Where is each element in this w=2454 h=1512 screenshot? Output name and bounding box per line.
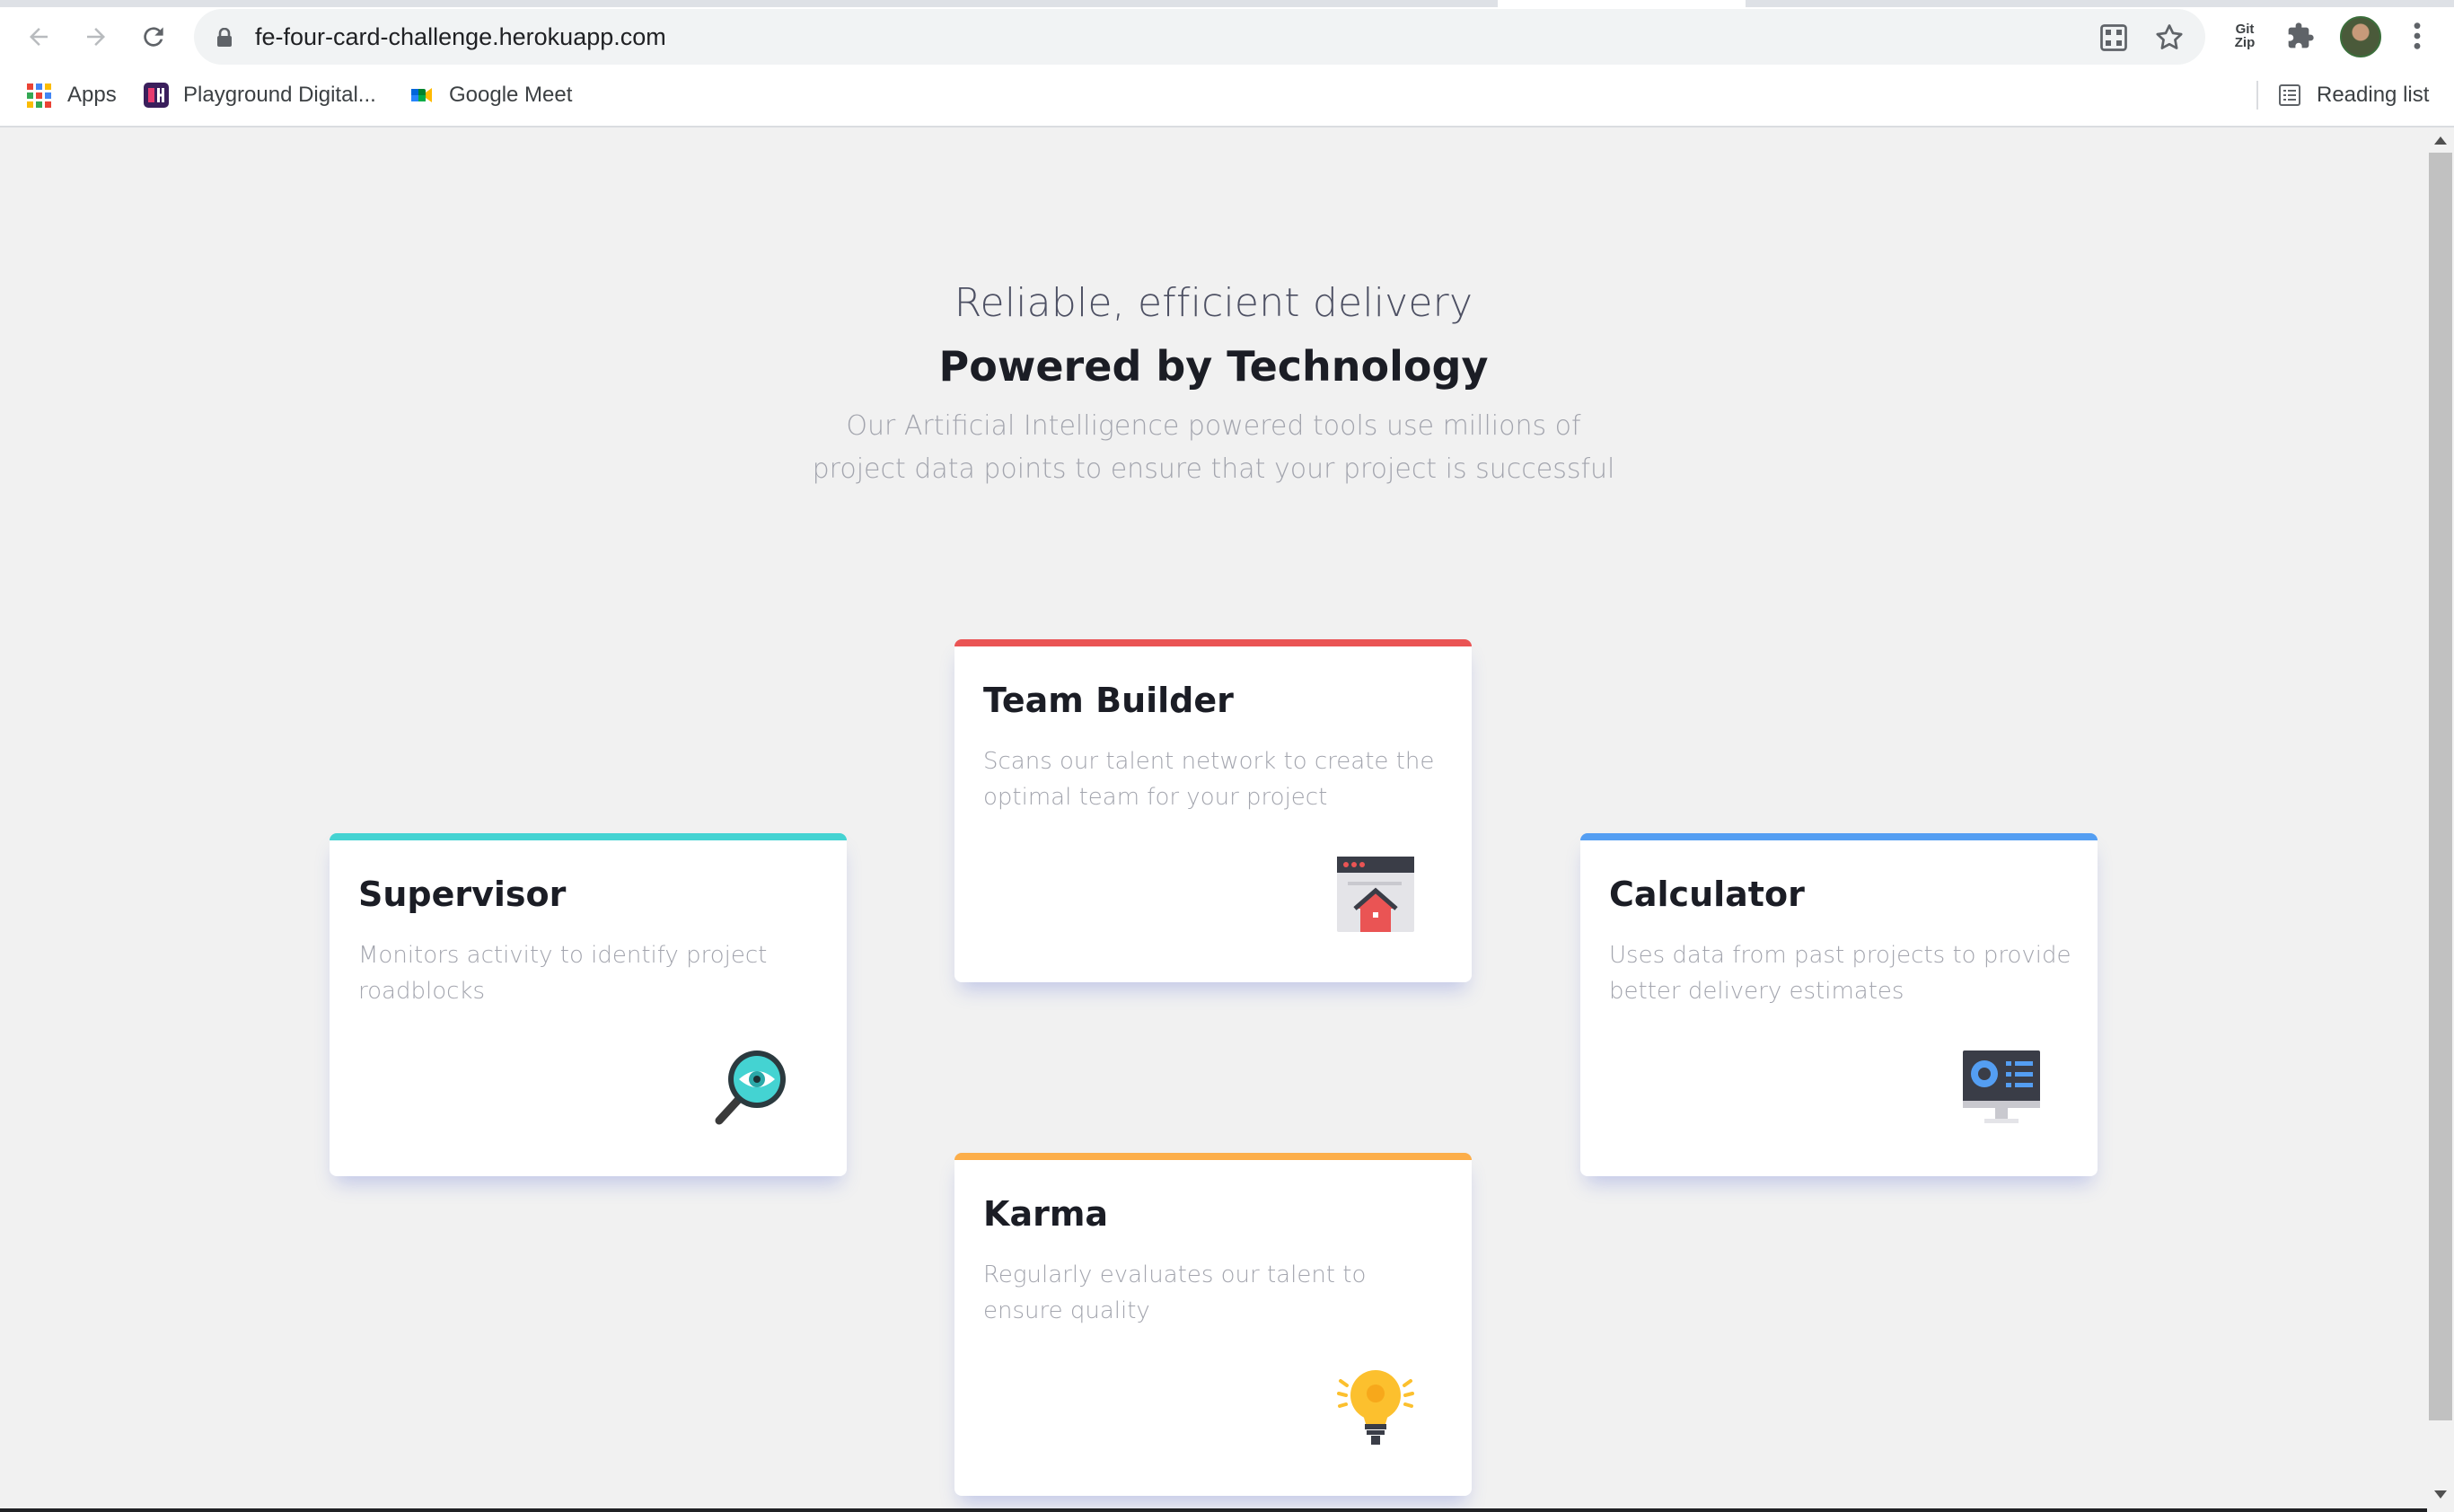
bookmarks-separator: [2256, 81, 2258, 110]
playground-digital-icon: [144, 83, 169, 108]
magnifier-eye-icon: [715, 1050, 786, 1125]
card-title: Karma: [983, 1194, 1109, 1234]
apps-grid-icon: [27, 83, 51, 108]
qr-code-icon[interactable]: [2098, 22, 2130, 54]
address-bar[interactable]: fe-four-card-challenge.herokuapp.com: [194, 9, 2205, 65]
reading-list-icon: [2279, 84, 2300, 106]
active-tab[interactable]: [1498, 0, 1746, 7]
hero-subtitle: Reliable, efficient delivery: [954, 280, 1473, 326]
url-text: fe-four-card-challenge.herokuapp.com: [255, 23, 666, 50]
card-text: Regularly evaluates our talent to ensure…: [983, 1261, 1367, 1324]
bookmarks-bar: Apps Playground Digital... Google Meet R…: [0, 74, 2454, 117]
forward-arrow-icon: [87, 28, 105, 46]
bookmark-apps[interactable]: Apps: [27, 74, 117, 117]
lock-icon: [217, 28, 232, 47]
extensions-puzzle-icon[interactable]: [2281, 16, 2320, 56]
card-text: Monitors activity to identify project ro…: [358, 942, 768, 1005]
hero-title: Powered by Technology: [938, 342, 1489, 391]
gitzip-extension-icon[interactable]: Git Zip: [2225, 16, 2265, 56]
bookmark-label: Apps: [67, 83, 117, 107]
taskbar-edge: [0, 1508, 2427, 1512]
bookmark-playground-digital[interactable]: Playground Digital...: [144, 74, 376, 117]
back-button[interactable]: [18, 16, 59, 57]
card-supervisor: Supervisor Monitors activity to identify…: [330, 833, 847, 1176]
profile-avatar[interactable]: [2340, 16, 2381, 57]
google-meet-icon: [411, 88, 432, 102]
scroll-up-arrow-icon[interactable]: [2434, 136, 2447, 145]
bookmark-google-meet[interactable]: Google Meet: [409, 74, 572, 117]
team-builder-icon: [1337, 857, 1414, 932]
card-title: Supervisor: [358, 875, 567, 914]
vertical-scrollbar[interactable]: [2427, 127, 2454, 1512]
hero-section: Reliable, efficient delivery Powered by …: [0, 280, 2427, 491]
forward-button[interactable]: [75, 16, 117, 57]
lightbulb-icon: [1337, 1370, 1414, 1445]
tab-strip: [0, 0, 2454, 7]
back-arrow-icon: [30, 28, 48, 46]
card-team-builder: Team Builder Scans our talent network to…: [954, 639, 1472, 982]
bookmark-label: Google Meet: [449, 83, 573, 107]
card-text: Scans our talent network to create the o…: [983, 748, 1435, 811]
reading-list-button[interactable]: Reading list: [2277, 74, 2429, 117]
bookmark-star-icon[interactable]: [2153, 22, 2186, 54]
hero-description: Our Artificial Intelligence powered tool…: [812, 410, 1615, 485]
card-karma: Karma Regularly evaluates our talent to …: [954, 1153, 1472, 1496]
menu-kebab-icon[interactable]: [2397, 16, 2437, 56]
calculator-monitor-icon: [1963, 1050, 2040, 1123]
card-calculator: Calculator Uses data from past projects …: [1580, 833, 2098, 1176]
reload-icon: [144, 27, 163, 47]
bookmark-label: Playground Digital...: [183, 83, 376, 107]
page-viewport: Reliable, efficient delivery Powered by …: [0, 127, 2427, 1512]
reload-button[interactable]: [133, 16, 174, 57]
scrollbar-thumb[interactable]: [2429, 153, 2452, 1420]
card-text: Uses data from past projects to provide …: [1609, 942, 2071, 1005]
reading-list-label: Reading list: [2317, 83, 2430, 107]
card-title: Team Builder: [983, 681, 1234, 720]
card-title: Calculator: [1609, 875, 1805, 914]
scroll-down-arrow-icon[interactable]: [2434, 1490, 2447, 1499]
browser-chrome: fe-four-card-challenge.herokuapp.com Git…: [0, 0, 2454, 127]
